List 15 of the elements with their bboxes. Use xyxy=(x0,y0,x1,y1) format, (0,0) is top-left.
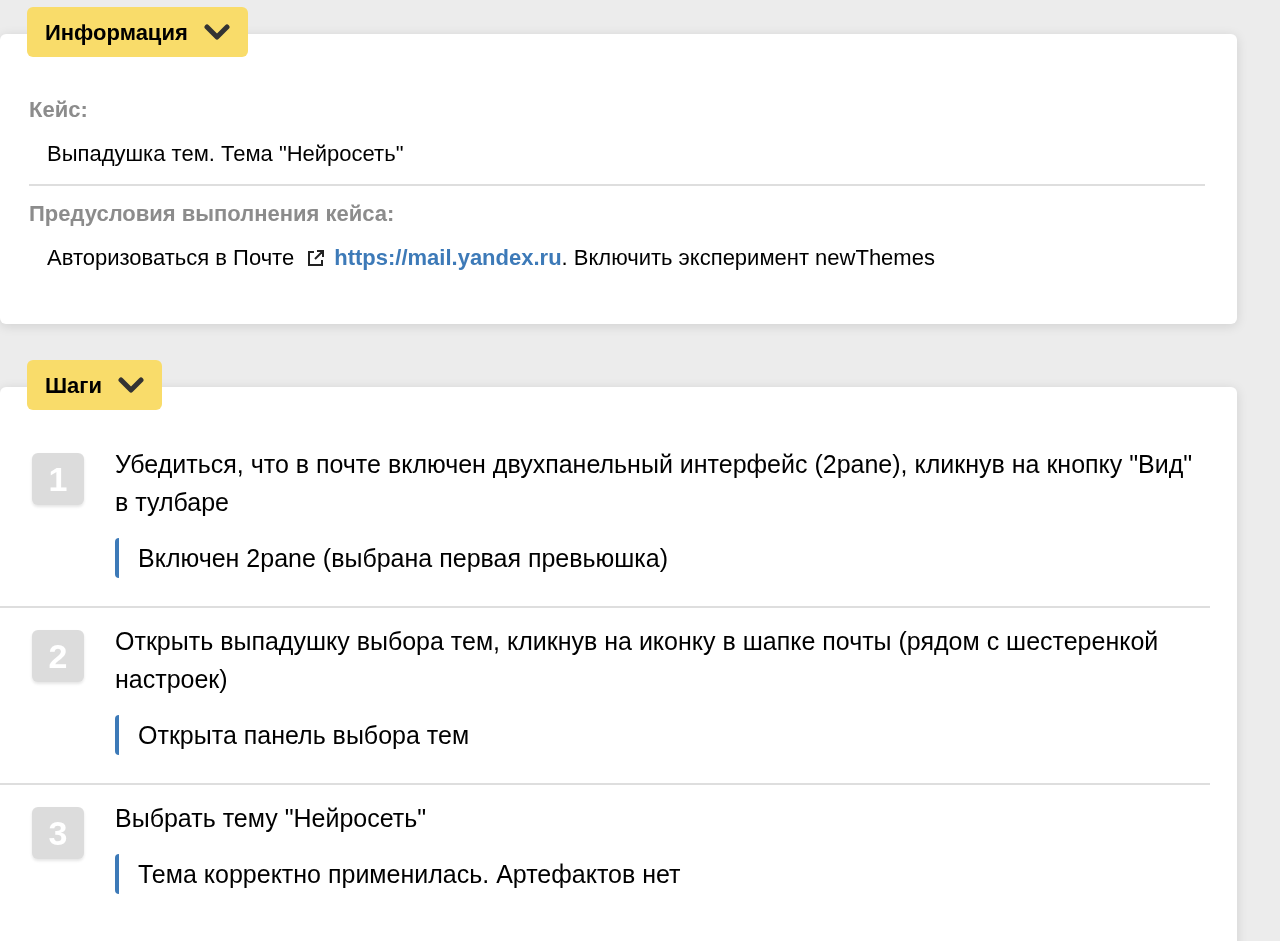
link[interactable]: https://mail.yandex.ru xyxy=(334,244,562,272)
step-action: Выбрать тему "Нейросеть" xyxy=(115,803,428,834)
expected-result: Тема корректно применилась. Артефактов нет xyxy=(115,854,1197,894)
field-label: Кейс: xyxy=(29,96,89,124)
precondition-text: . Включить эксперимент newThemes xyxy=(561,244,935,272)
external-link-icon xyxy=(306,248,327,268)
field-value: Выпадушка тем. Тема "Нейросеть" xyxy=(47,140,405,168)
step-action: Убедиться, что в почте включен двухпанельный интерфейс (2pane), кликнув на кнопку "Вид" в тулбаре xyxy=(115,449,1194,518)
field-label: Предусловия выполнения кейса: xyxy=(29,200,396,228)
step-action: Открыть выпадушку выбора тем, кликнув на иконку в шапке почты (рядом с шестеренкой настроек) xyxy=(115,626,1160,695)
expected-result: Включен 2pane (выбрана первая превьюшка) xyxy=(115,538,1197,578)
section-toggle[interactable]: Информация xyxy=(27,7,248,57)
section-toggle[interactable]: Шаги xyxy=(27,360,163,410)
expected-result: Открыта панель выбора тем xyxy=(115,715,1197,755)
precondition-text: Авторизоваться в Почте xyxy=(47,244,295,272)
